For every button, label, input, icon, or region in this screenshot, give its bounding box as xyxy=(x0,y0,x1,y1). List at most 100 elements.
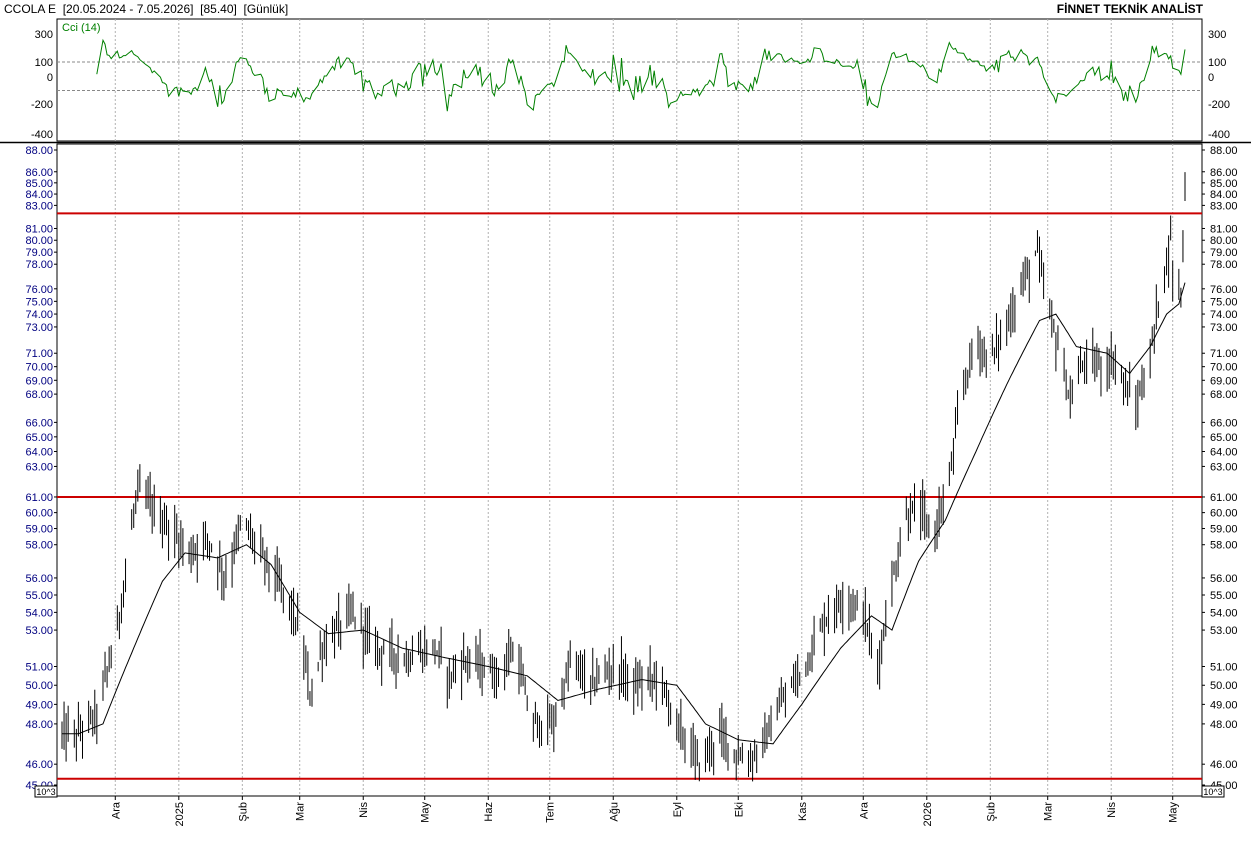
price-tick-label-right: 51.00 xyxy=(1210,661,1238,673)
price-tick-label-right: 48.00 xyxy=(1210,719,1238,731)
cci-tick-label-right: -200 xyxy=(1208,99,1230,111)
price-tick-label-right: 88.00 xyxy=(1210,145,1238,157)
price-tick-label-right: 83.00 xyxy=(1210,200,1238,212)
scale-note-right: 10^3 xyxy=(1203,787,1222,797)
price-tick-label-right: 79.00 xyxy=(1210,247,1238,259)
price-tick-label-right: 54.00 xyxy=(1210,607,1238,619)
price-tick-label-left: 84.00 xyxy=(25,189,53,201)
cci-tick-label-left: 100 xyxy=(35,57,53,69)
price-tick-label-right: 71.00 xyxy=(1210,348,1238,360)
price-tick-label-left: 51.00 xyxy=(25,661,53,673)
price-tick-label-left: 48.00 xyxy=(25,719,53,731)
x-tick-label: Mar xyxy=(1043,802,1055,821)
price-tick-label-left: 76.00 xyxy=(25,284,53,296)
price-tick-label-right: 70.00 xyxy=(1210,362,1238,374)
price-tick-label-left: 69.00 xyxy=(25,375,53,387)
x-tick-label: Nis xyxy=(1106,802,1118,818)
price-tick-label-left: 59.00 xyxy=(25,524,53,536)
price-tick-label-left: 61.00 xyxy=(25,492,53,504)
price-tick-label-left: 68.00 xyxy=(25,389,53,401)
price-tick-label-left: 78.00 xyxy=(25,259,53,271)
price-tick-label-right: 46.00 xyxy=(1210,759,1238,771)
cci-panel-frame xyxy=(56,18,1203,142)
price-tick-label-right: 86.00 xyxy=(1210,167,1238,179)
price-tick-label-right: 50.00 xyxy=(1210,680,1238,692)
x-tick-label: Eki xyxy=(733,802,745,817)
price-tick-label-right: 56.00 xyxy=(1210,573,1238,585)
scale-note-left: 10^3 xyxy=(36,787,55,797)
price-tick-label-right: 81.00 xyxy=(1210,223,1238,235)
cci-tick-label-right: -400 xyxy=(1208,129,1230,141)
x-tick-label: Nis xyxy=(358,802,370,818)
price-tick-label-left: 85.00 xyxy=(25,178,53,190)
price-tick-label-right: 58.00 xyxy=(1210,540,1238,552)
price-tick-label-left: 80.00 xyxy=(25,235,53,247)
x-tick-label: Haz xyxy=(483,802,495,822)
price-tick-label-left: 88.00 xyxy=(25,145,53,157)
price-tick-label-right: 64.00 xyxy=(1210,447,1238,459)
cci-tick-label-right: 0 xyxy=(1208,72,1214,84)
x-tick-label: Mar xyxy=(295,802,307,821)
price-tick-label-left: 55.00 xyxy=(25,590,53,602)
price-tick-label-left: 79.00 xyxy=(25,247,53,259)
x-tick-label: Ağu xyxy=(608,802,620,822)
price-tick-label-left: 73.00 xyxy=(25,322,53,334)
price-tick-label-left: 75.00 xyxy=(25,296,53,308)
cci-tick-label-left: -200 xyxy=(31,99,53,111)
price-tick-label-left: 83.00 xyxy=(25,200,53,212)
price-tick-label-right: 55.00 xyxy=(1210,590,1238,602)
price-tick-label-right: 78.00 xyxy=(1210,259,1238,271)
price-tick-label-left: 53.00 xyxy=(25,625,53,637)
price-tick-label-right: 85.00 xyxy=(1210,178,1238,190)
price-tick-label-left: 81.00 xyxy=(25,223,53,235)
price-tick-label-right: 75.00 xyxy=(1210,296,1238,308)
price-tick-label-left: 64.00 xyxy=(25,447,53,459)
cci-tick-label-left: 0 xyxy=(47,72,53,84)
price-tick-label-left: 86.00 xyxy=(25,167,53,179)
price-tick-label-right: 74.00 xyxy=(1210,309,1238,321)
price-tick-label-left: 46.00 xyxy=(25,759,53,771)
price-tick-label-left: 71.00 xyxy=(25,348,53,360)
price-tick-label-left: 58.00 xyxy=(25,540,53,552)
price-tick-label-left: 65.00 xyxy=(25,432,53,444)
chart-canvas: Ara 2025 Şub Mar Nis May Haz Tem Ağu Eyl Eki Kas Ara… xyxy=(0,18,1251,826)
x-tick-label: Kas xyxy=(797,802,809,821)
price-tick-label-right: 49.00 xyxy=(1210,699,1238,711)
x-tick-label: 2025 xyxy=(174,802,186,826)
price-tick-label-right: 66.00 xyxy=(1210,417,1238,429)
price-tick-label-right: 63.00 xyxy=(1210,461,1238,473)
cci-tick-label-left: -400 xyxy=(31,129,53,141)
price-tick-label-right: 80.00 xyxy=(1210,235,1238,247)
x-tick-label: 2026 xyxy=(922,802,934,826)
price-tick-label-left: 60.00 xyxy=(25,508,53,520)
price-tick-label-left: 63.00 xyxy=(25,461,53,473)
price-tick-label-left: 74.00 xyxy=(25,309,53,321)
price-tick-label-right: 69.00 xyxy=(1210,375,1238,387)
x-tick-label: Ara xyxy=(110,801,122,819)
price-tick-label-right: 73.00 xyxy=(1210,322,1238,334)
price-tick-label-right: 53.00 xyxy=(1210,625,1238,637)
x-tick-label: Tem xyxy=(545,802,557,823)
cci-line xyxy=(96,38,1186,112)
x-tick-label: May xyxy=(1168,802,1180,823)
price-tick-label-left: 54.00 xyxy=(25,607,53,619)
x-tick-label: Şub xyxy=(985,802,997,822)
price-tick-label-left: 50.00 xyxy=(25,680,53,692)
cci-title: Cci (14) xyxy=(62,22,101,34)
price-bars-group xyxy=(61,172,1186,782)
price-tick-label-left: 70.00 xyxy=(25,362,53,374)
x-tick-label: May xyxy=(420,802,432,823)
cci-tick-label-left: 300 xyxy=(35,29,53,41)
price-tick-label-right: 68.00 xyxy=(1210,389,1238,401)
cci-tick-label-right: 300 xyxy=(1208,29,1226,41)
x-tick-label: Eyl xyxy=(672,802,684,817)
price-tick-label-left: 66.00 xyxy=(25,417,53,429)
price-tick-label-right: 65.00 xyxy=(1210,432,1238,444)
price-panel-frame xyxy=(56,143,1203,797)
price-tick-label-right: 59.00 xyxy=(1210,524,1238,536)
price-tick-label-left: 49.00 xyxy=(25,699,53,711)
x-tick-label: Ara xyxy=(858,801,870,819)
price-tick-label-left: 56.00 xyxy=(25,573,53,585)
x-tick-label: Şub xyxy=(237,802,249,822)
price-tick-label-right: 60.00 xyxy=(1210,508,1238,520)
